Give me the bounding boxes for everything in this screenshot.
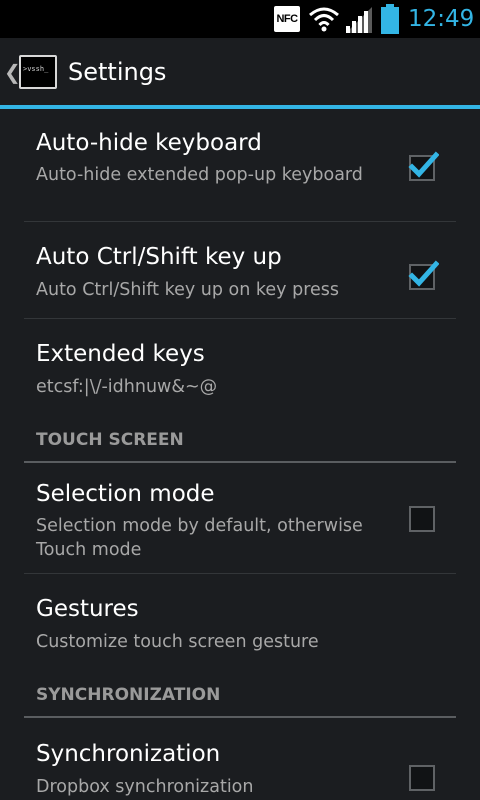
clock: 12:49	[408, 6, 475, 32]
app-icon: >vssh_	[19, 55, 57, 89]
preference-list[interactable]: Auto-hide keyboard Auto-hide extended po…	[0, 109, 480, 800]
page-title: Settings	[68, 58, 167, 86]
selection-mode-checkbox[interactable]	[409, 506, 435, 532]
battery-icon	[381, 4, 399, 34]
pref-title: Selection mode	[36, 481, 215, 507]
category-synchronization: SYNCHRONIZATION	[36, 685, 221, 705]
status-bar: NFC 12:49	[0, 0, 480, 38]
category-divider	[24, 716, 456, 718]
pref-summary: Dropbox synchronization	[36, 777, 254, 797]
wifi-icon	[309, 7, 339, 32]
pref-selection-mode[interactable]: Selection mode Selection mode by default…	[0, 464, 480, 572]
pref-summary: Customize touch screen gesture	[36, 632, 319, 652]
pref-title: Extended keys	[36, 341, 205, 367]
pref-summary: Auto Ctrl/Shift key up on key press	[36, 280, 340, 300]
app-icon-text: >vssh_	[23, 65, 49, 73]
pref-title: Auto-hide keyboard	[36, 130, 262, 156]
pref-extended-keys[interactable]: Extended keys etcsf:|\/-idhnuw&~@	[0, 319, 480, 415]
checkmark-icon	[408, 151, 439, 178]
pref-synchronization[interactable]: Synchronization Dropbox synchronization	[0, 719, 480, 800]
auto-hide-keyboard-checkbox[interactable]	[408, 151, 439, 181]
nfc-icon: NFC	[274, 6, 300, 32]
pref-gestures[interactable]: Gestures Customize touch screen gesture	[0, 574, 480, 670]
category-divider	[24, 461, 456, 463]
pref-title: Auto Ctrl/Shift key up	[36, 244, 282, 270]
category-touch-screen: TOUCH SCREEN	[36, 430, 184, 450]
pref-auto-ctrl-shift[interactable]: Auto Ctrl/Shift key up Auto Ctrl/Shift k…	[0, 222, 480, 318]
pref-title: Gestures	[36, 596, 139, 622]
pref-summary: etcsf:|\/-idhnuw&~@	[36, 377, 218, 397]
pref-auto-hide-keyboard[interactable]: Auto-hide keyboard Auto-hide extended po…	[0, 113, 480, 221]
pref-summary: Auto-hide extended pop-up keyboard	[36, 165, 363, 185]
cell-signal-icon	[346, 7, 372, 33]
pref-title: Synchronization	[36, 741, 221, 767]
checkmark-icon	[408, 260, 439, 287]
screen: NFC 12:49 ❮ >vssh_ Settings Auto-hide ke…	[0, 0, 480, 800]
synchronization-checkbox[interactable]	[409, 765, 435, 791]
auto-ctrl-shift-checkbox[interactable]	[408, 260, 439, 290]
up-button[interactable]: ❮ >vssh_	[0, 38, 62, 106]
action-bar: ❮ >vssh_ Settings	[0, 38, 480, 106]
pref-summary: Selection mode by default, otherwise Tou…	[36, 516, 363, 560]
